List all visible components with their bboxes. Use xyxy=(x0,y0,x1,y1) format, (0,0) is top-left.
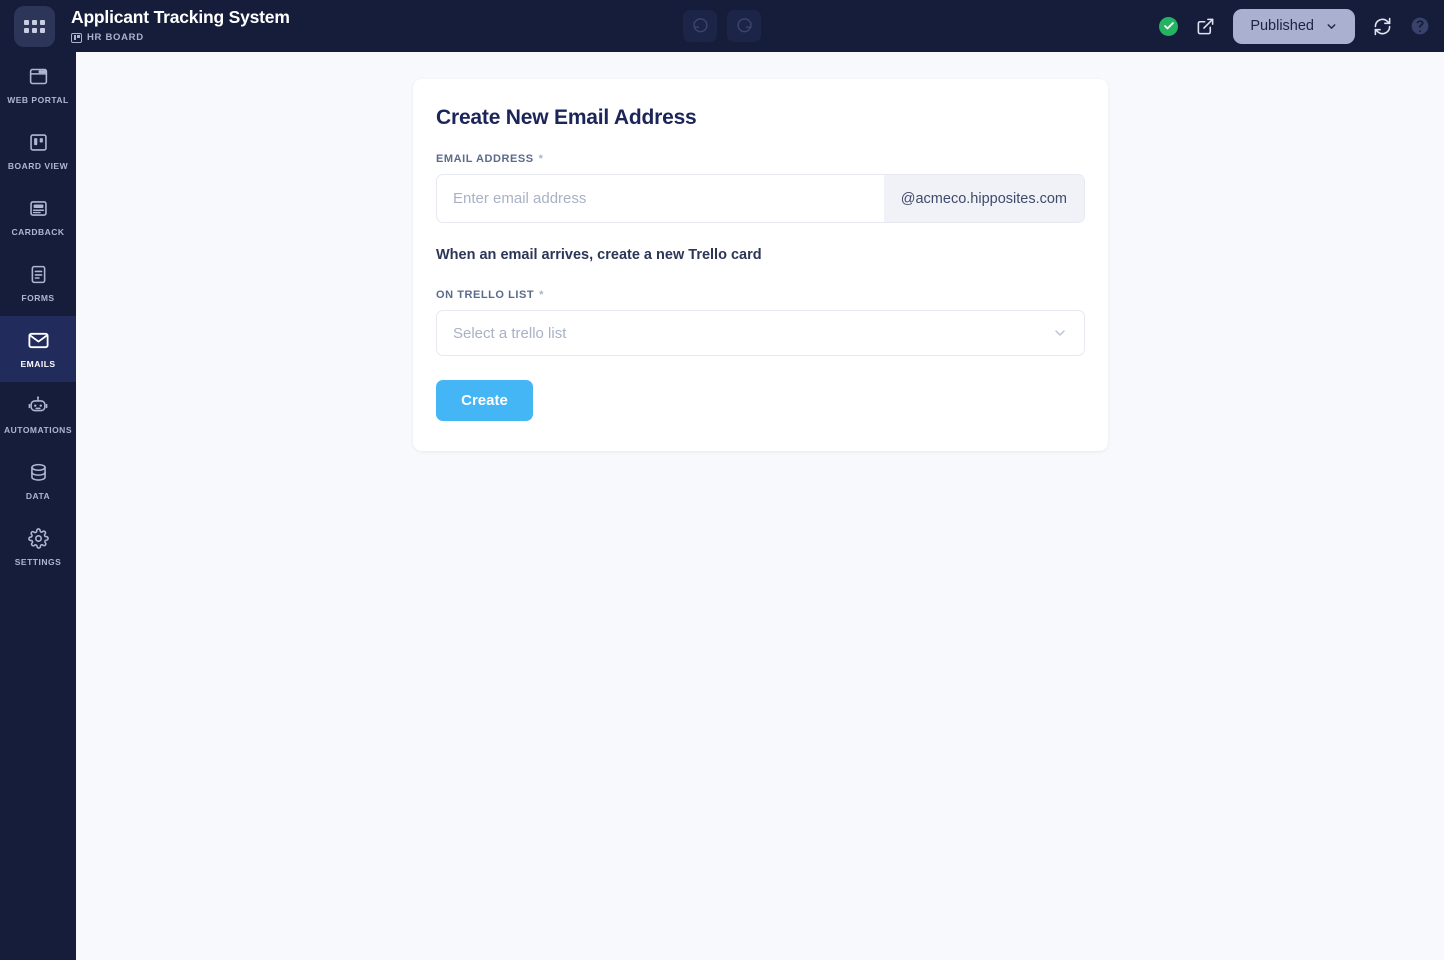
page-title: Create New Email Address xyxy=(436,106,697,129)
sidebar-item-cardback[interactable]: CARDBACK xyxy=(0,184,76,250)
help-circle-icon[interactable] xyxy=(1410,16,1430,36)
automation-helper-text: When an email arrives, create a new Trel… xyxy=(436,247,762,263)
external-link-icon[interactable] xyxy=(1196,17,1215,36)
board-subtitle: HR BOARD xyxy=(71,32,290,43)
chevron-down-icon xyxy=(1055,330,1065,336)
sync-refresh-icon[interactable] xyxy=(1373,17,1392,36)
left-sidebar: WEB PORTAL BOARD VIEW CARDBACK FORMS EMA… xyxy=(0,52,76,960)
sidebar-item-label: EMAILS xyxy=(20,359,56,369)
email-address-input-group: @acmeco.hipposites.com xyxy=(436,174,1085,223)
envelope-icon xyxy=(27,329,50,351)
sidebar-item-label: DATA xyxy=(25,491,51,501)
sidebar-item-emails[interactable]: EMAILS xyxy=(0,316,76,382)
sidebar-item-board-view[interactable]: BOARD VIEW xyxy=(0,118,76,184)
trello-list-label-text: ON TRELLO LIST xyxy=(436,289,535,301)
board-subtitle-label: HR BOARD xyxy=(87,32,144,43)
trello-list-select[interactable]: Select a trello list xyxy=(436,310,1085,356)
apps-grid-icon[interactable] xyxy=(14,5,55,47)
database-icon xyxy=(28,461,49,483)
create-button[interactable]: Create xyxy=(436,380,533,421)
sidebar-item-data[interactable]: DATA xyxy=(0,448,76,514)
chevron-down-icon xyxy=(1327,23,1336,29)
board-columns-icon xyxy=(28,131,49,153)
brand-block: Applicant Tracking System HR BOARD xyxy=(0,0,400,52)
sidebar-item-settings[interactable]: SETTINGS xyxy=(0,514,76,580)
publish-status-dropdown[interactable]: Published xyxy=(1233,8,1355,44)
trello-board-icon xyxy=(71,32,82,43)
email-address-label-text: EMAIL ADDRESS xyxy=(436,153,534,165)
email-address-input[interactable] xyxy=(437,175,884,222)
undo-icon[interactable] xyxy=(683,10,717,42)
top-header-bar: Applicant Tracking System HR BOARD Publi… xyxy=(0,0,1444,52)
trello-list-label: ON TRELLO LIST * xyxy=(436,289,1085,301)
publish-status-label: Published xyxy=(1250,18,1314,34)
trello-list-select-value: Select a trello list xyxy=(453,324,567,342)
check-circle-icon xyxy=(1159,16,1179,36)
robot-icon xyxy=(27,395,49,417)
sidebar-item-label: CARDBACK xyxy=(11,227,65,237)
sidebar-item-label: SETTINGS xyxy=(14,557,62,567)
card-back-icon xyxy=(28,197,49,219)
sidebar-item-forms[interactable]: FORMS xyxy=(0,250,76,316)
email-address-label: EMAIL ADDRESS * xyxy=(436,153,1085,165)
redo-icon[interactable] xyxy=(727,10,761,42)
sidebar-item-label: FORMS xyxy=(21,293,55,303)
form-document-icon xyxy=(28,263,49,285)
sidebar-item-label: AUTOMATIONS xyxy=(4,425,72,435)
history-controls xyxy=(683,0,761,52)
sidebar-item-label: BOARD VIEW xyxy=(7,161,69,171)
sidebar-item-web-portal[interactable]: WEB PORTAL xyxy=(0,52,76,118)
required-marker: * xyxy=(539,289,544,301)
brand-text: Applicant Tracking System HR BOARD xyxy=(71,9,290,43)
sidebar-item-automations[interactable]: AUTOMATIONS xyxy=(0,382,76,448)
browser-window-icon xyxy=(28,65,49,87)
gear-icon xyxy=(27,527,49,549)
email-domain-suffix: @acmeco.hipposites.com xyxy=(883,175,1084,222)
app-title: Applicant Tracking System xyxy=(71,7,290,28)
header-right-controls: Published xyxy=(1159,0,1430,52)
sidebar-item-label: WEB PORTAL xyxy=(7,95,69,105)
required-marker: * xyxy=(538,153,544,165)
main-content-area: Create New Email Address EMAIL ADDRESS *… xyxy=(76,52,1444,960)
apps-grid-dots xyxy=(24,19,45,33)
create-email-card: Create New Email Address EMAIL ADDRESS *… xyxy=(413,79,1108,451)
